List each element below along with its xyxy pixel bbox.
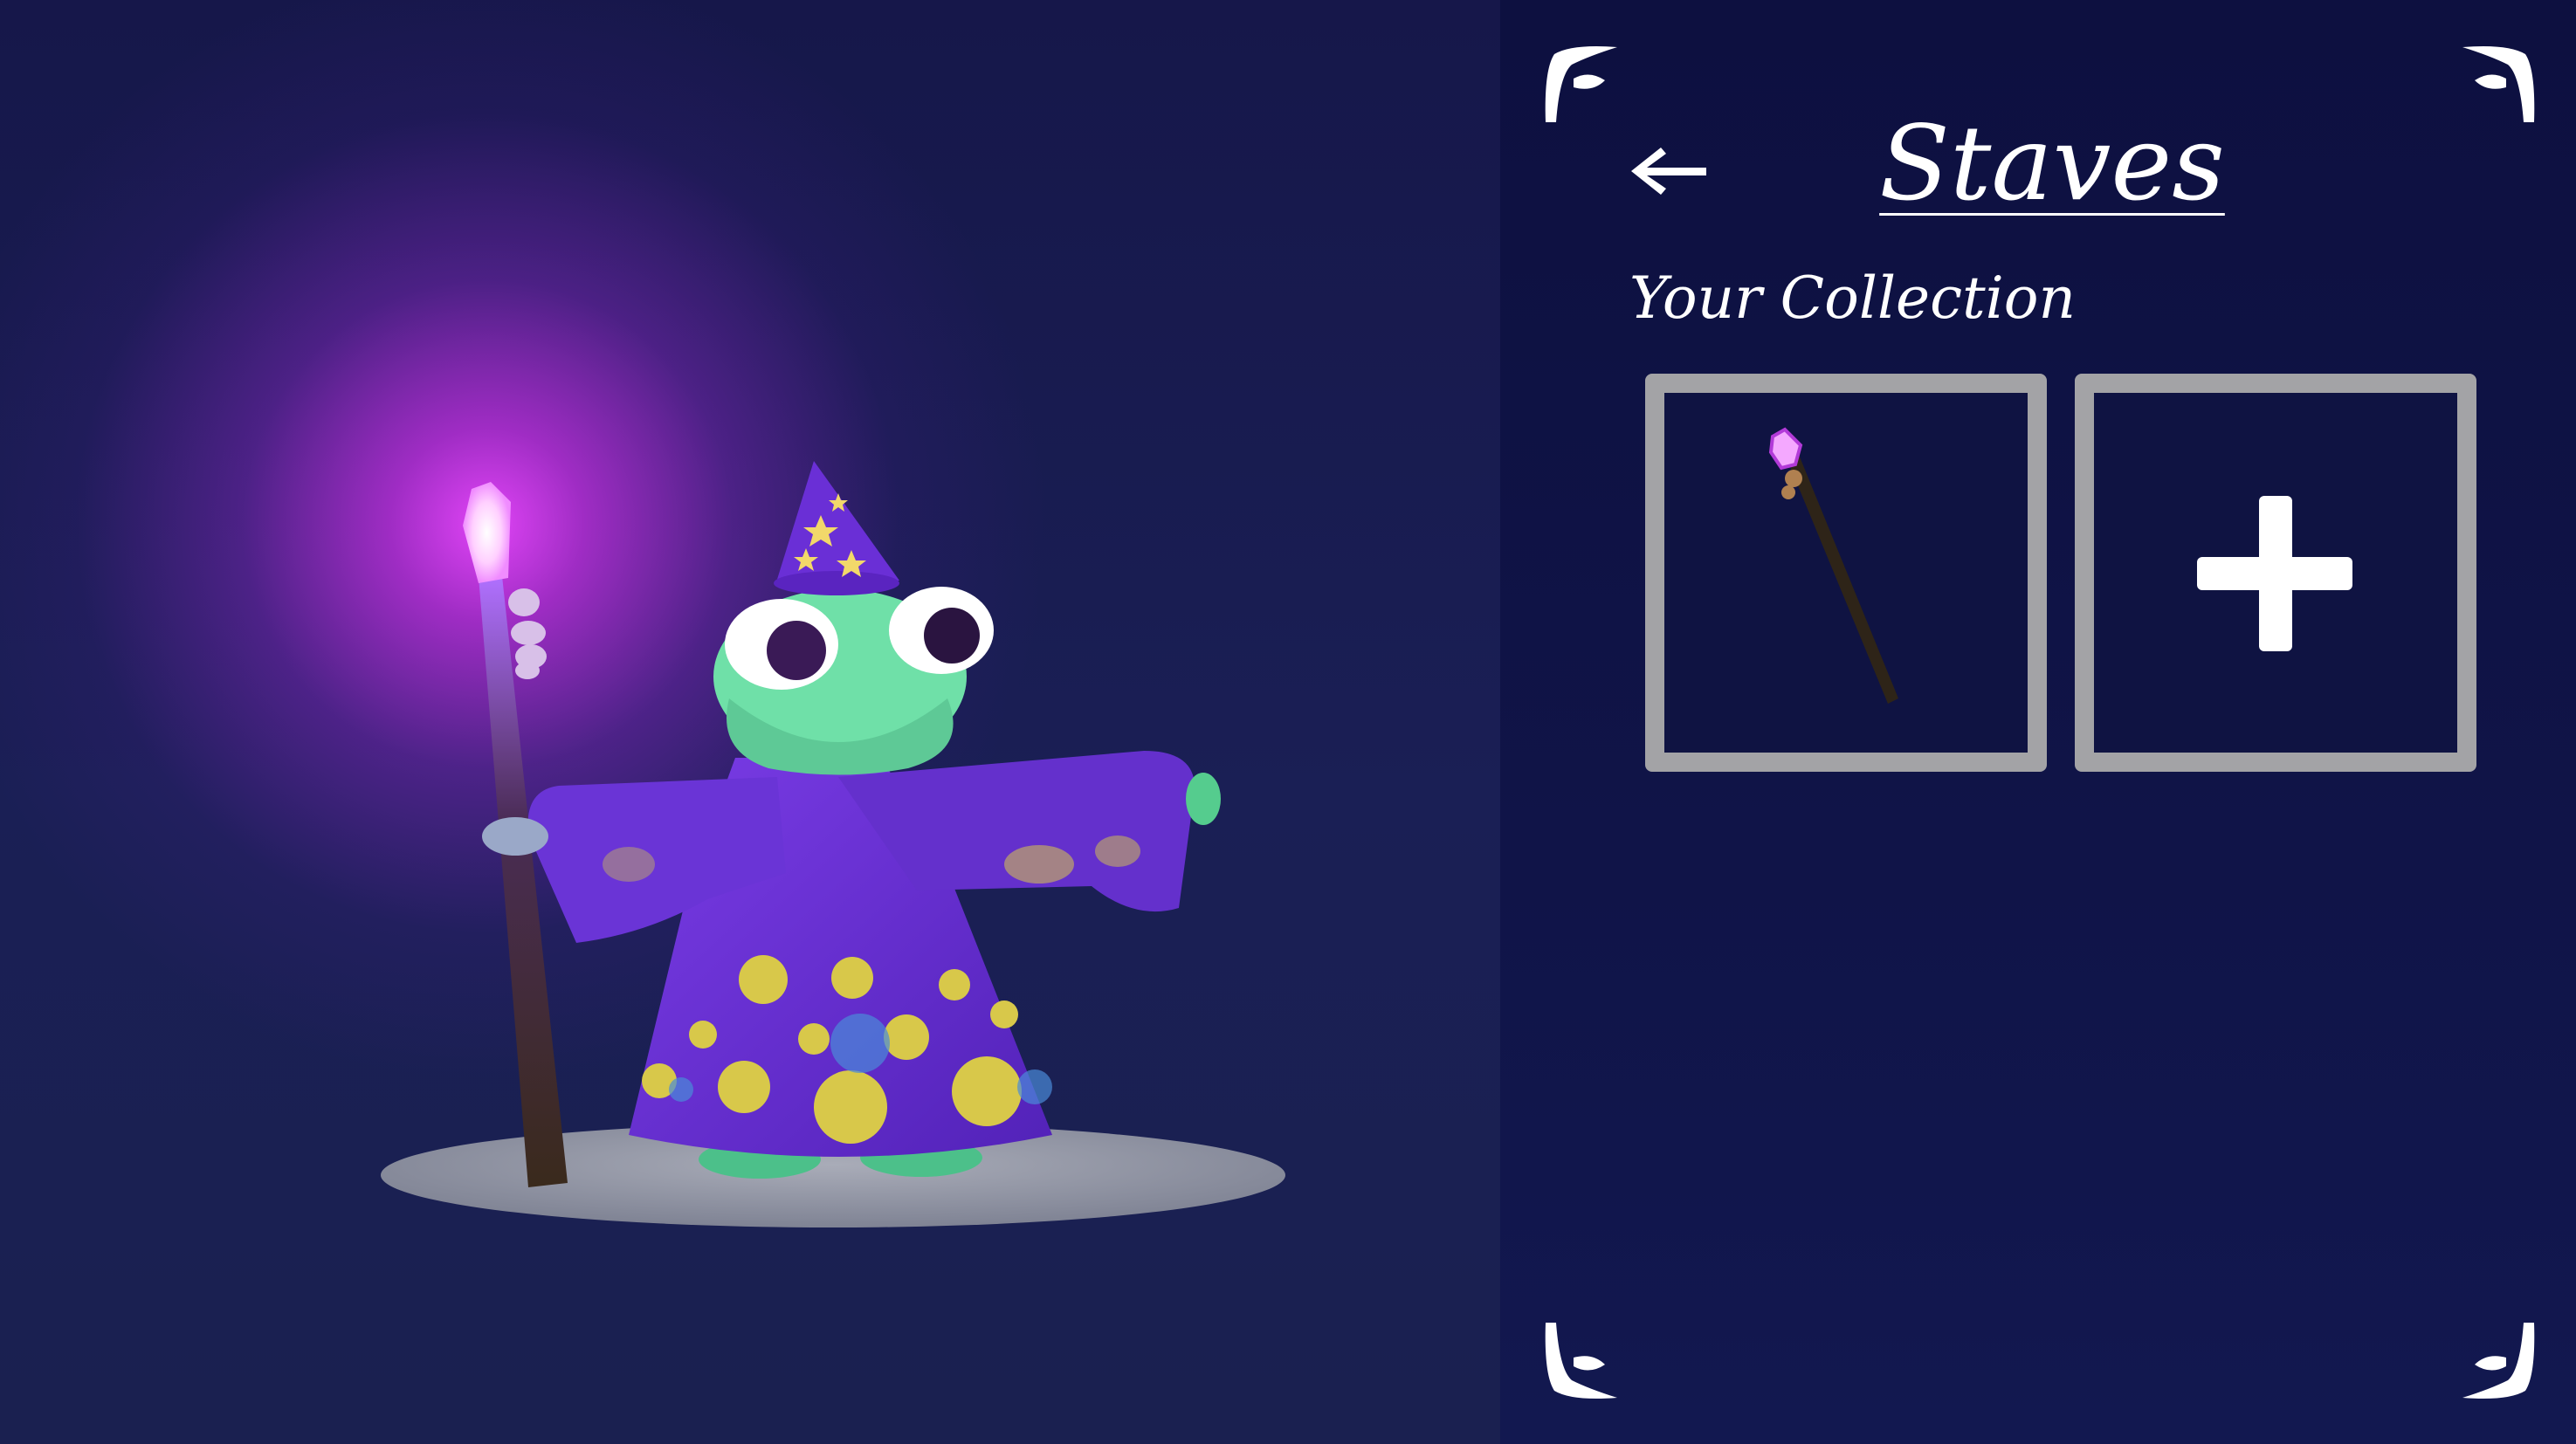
arrow-left-icon — [1631, 148, 1706, 195]
staff-crystal — [463, 482, 511, 583]
section-heading: Your Collection — [1629, 265, 2076, 332]
page-title: Staves — [1879, 103, 2225, 223]
corner-ornament-top-right-icon — [2452, 35, 2543, 131]
wizard-hat — [775, 461, 899, 585]
back-button[interactable] — [1622, 138, 1713, 204]
plus-icon — [2197, 496, 2352, 651]
hand-right — [1186, 773, 1221, 825]
character-preview — [0, 0, 1500, 1444]
corner-ornament-top-left-icon — [1537, 35, 1628, 131]
add-staff-button[interactable] — [2075, 374, 2476, 772]
corner-ornament-bottom-left-icon — [1537, 1314, 1628, 1410]
hand-left — [508, 588, 547, 679]
frog-wizard-model — [381, 461, 1285, 1227]
corner-ornament-bottom-right-icon — [2452, 1314, 2543, 1410]
crystal-staff-icon — [1768, 427, 1898, 704]
inventory-slot-staff[interactable] — [1645, 374, 2047, 772]
